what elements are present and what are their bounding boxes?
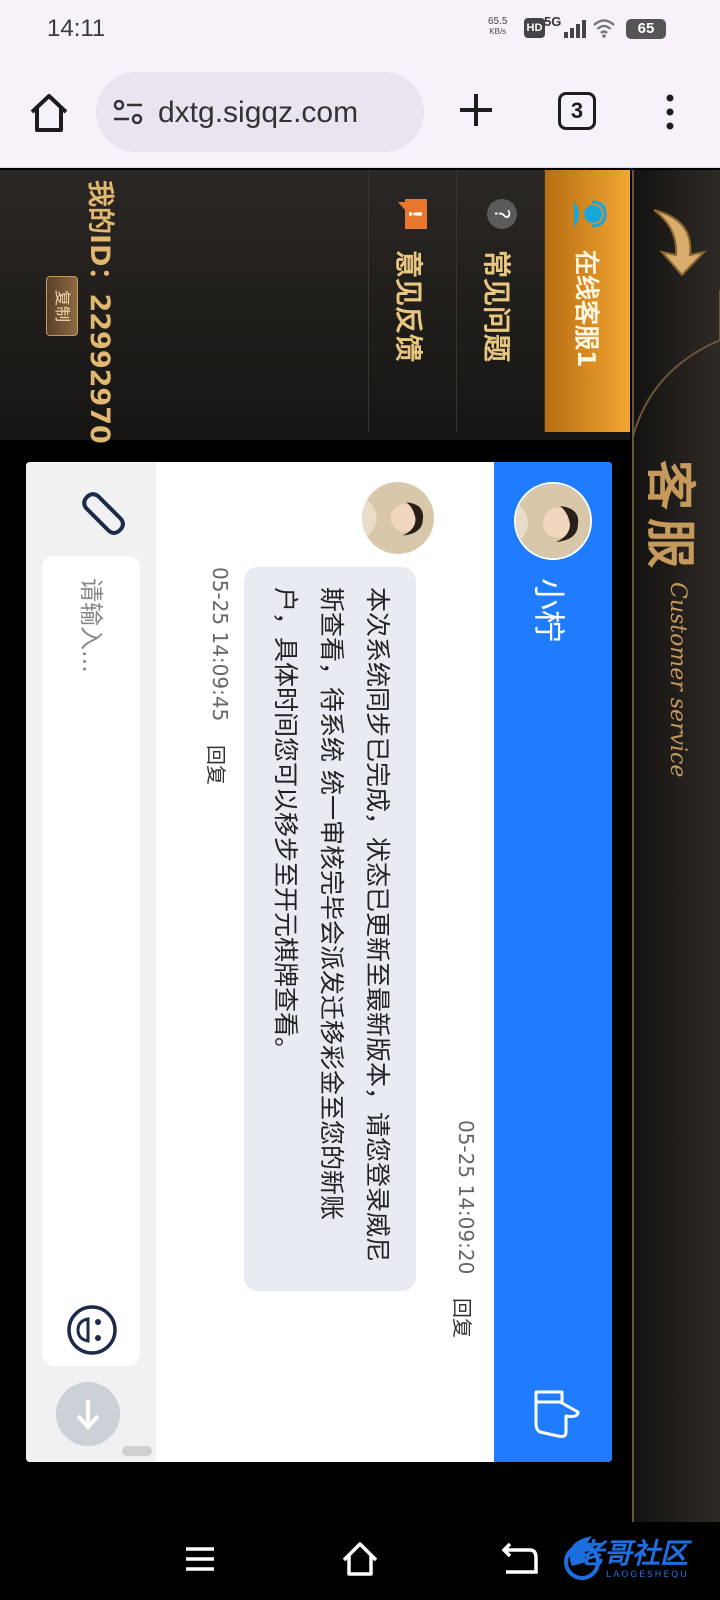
back-area — [632, 170, 720, 440]
url-text[interactable]: dxtg.sigqz.com — [158, 96, 358, 130]
signal-icon: 5G — [544, 14, 588, 40]
agent-avatar — [514, 482, 592, 560]
arrow-right-icon — [76, 1400, 100, 1430]
game-viewport: 客服 Customer service 在线客服1 ? 常见问题 ! 意见反馈 … — [0, 170, 720, 1522]
back-nav-icon[interactable] — [500, 1540, 540, 1576]
system-nav-bar: 老哥社区 LAOGESHEQU — [0, 1522, 720, 1600]
net-speed: 65.5 KB/s — [488, 17, 507, 37]
copy-id-button[interactable]: 复制 — [46, 276, 78, 336]
input-bar — [26, 462, 156, 1462]
sidebar-item-label: 在线客服1 — [572, 250, 601, 368]
sidebar-item-faq[interactable]: ? 常见问题 — [456, 170, 542, 432]
battery-icon: 65 — [626, 19, 666, 39]
new-tab-icon[interactable] — [456, 90, 496, 130]
browser-toolbar: dxtg.sigqz.com 3 — [0, 58, 720, 168]
tab-switcher-button[interactable]: 3 — [558, 92, 596, 130]
chat-window: 小柠 05-25 14:09:20 回复 本次系统同步已完成，状态已更新至最新版… — [26, 462, 612, 1462]
reply-link[interactable]: 回复 — [203, 745, 232, 785]
top-bar: 客服 Customer service — [632, 170, 720, 1522]
my-id: 我的ID：22992970 — [83, 180, 122, 444]
feedback-icon: ! — [398, 199, 427, 229]
recent-apps-icon[interactable] — [184, 1544, 216, 1574]
home-icon[interactable] — [24, 88, 74, 138]
status-time: 14:11 — [47, 15, 106, 42]
chat-header: 小柠 — [494, 462, 612, 1462]
sidebar: 在线客服1 ? 常见问题 ! 意见反馈 我的ID：22992970 复制 — [0, 170, 630, 444]
svg-text:!: ! — [404, 210, 425, 218]
watermark-text: 老哥社区 — [576, 1537, 689, 1570]
headset-icon — [574, 200, 607, 228]
net-speed-value: 65.5 — [488, 16, 508, 27]
net-speed-unit: KB/s — [489, 27, 507, 36]
status-bar: 14:11 65.5 KB/s HD 5G 65 — [0, 0, 720, 58]
home-nav-icon[interactable] — [340, 1538, 380, 1578]
site-settings-icon[interactable] — [112, 97, 144, 127]
hd-icon: HD — [524, 18, 545, 38]
overflow-menu-icon[interactable] — [660, 92, 680, 132]
paperclip-icon[interactable] — [80, 486, 132, 538]
message-bubble: 本次系统同步已完成，状态已更新至最新版本，请您登录威尼斯查看，待系统 统一审核完… — [244, 567, 416, 1291]
thumbs-up-icon[interactable] — [528, 1384, 588, 1444]
agent-avatar — [362, 482, 434, 554]
watermark-subtext: LAOGESHEQU — [606, 1570, 689, 1580]
wifi-icon — [593, 19, 615, 38]
url-bar[interactable]: dxtg.sigqz.com — [96, 72, 424, 152]
agent-name: 小柠 — [530, 578, 568, 643]
reply-link[interactable]: 回复 — [449, 1298, 478, 1338]
message-input[interactable] — [42, 556, 140, 1366]
page-title: 客服 — [641, 460, 700, 576]
emoji-icon[interactable] — [66, 1304, 118, 1356]
landscape-page: 客服 Customer service 在线客服1 ? 常见问题 ! 意见反馈 … — [0, 170, 720, 1522]
page-subtitle: Customer service — [665, 582, 690, 778]
sidebar-item-label: 意见反馈 — [392, 250, 425, 363]
my-id-value: 22992970 — [84, 293, 115, 444]
scrollbar[interactable] — [122, 1446, 152, 1456]
sidebar-item-feedback[interactable]: ! 意见反馈 — [368, 170, 454, 432]
sidebar-item-label: 常见问题 — [480, 250, 513, 363]
watermark-logo: 老哥社区 LAOGESHEQU — [552, 1526, 712, 1596]
svg-text:?: ? — [490, 209, 514, 220]
send-button[interactable] — [56, 1382, 120, 1446]
message-list: 05-25 14:09:20 回复 本次系统同步已完成，状态已更新至最新版本，请… — [156, 462, 494, 1462]
header-divider — [632, 290, 720, 440]
message-timestamp: 05-25 14:09:45 — [208, 567, 232, 722]
sidebar-item-online-service[interactable]: 在线客服1 — [544, 170, 630, 432]
question-icon: ? — [487, 199, 517, 229]
my-id-label: 我的ID： — [84, 180, 115, 294]
app-root: 14:11 65.5 KB/s HD 5G 65 dxtg.sigqz.com … — [0, 0, 720, 1600]
message-timestamp: 05-25 14:09:20 — [454, 1120, 478, 1275]
